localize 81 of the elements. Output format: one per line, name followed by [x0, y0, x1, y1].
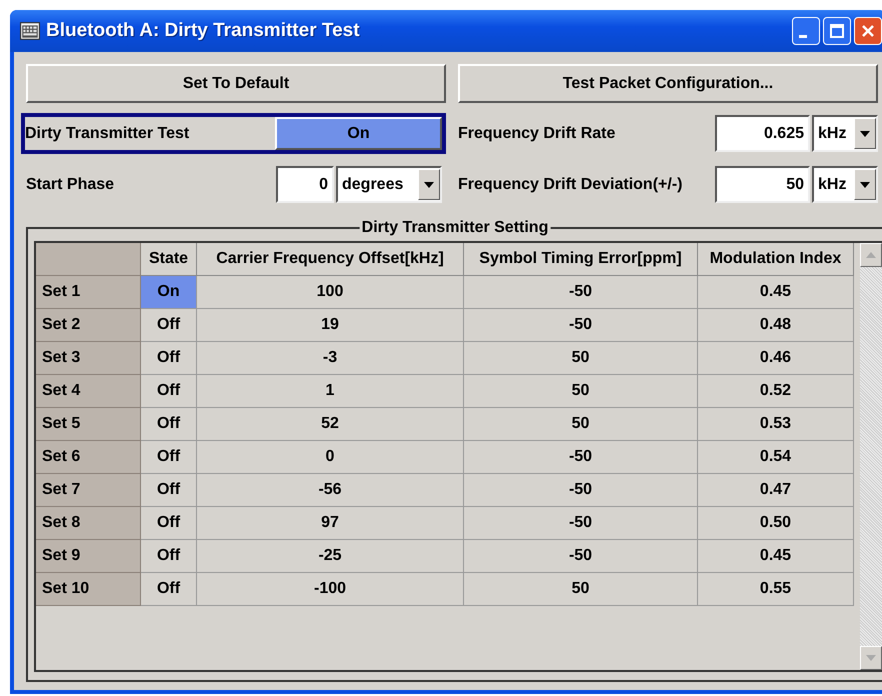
- state-cell[interactable]: Off: [141, 408, 197, 441]
- column-header: Carrier Frequency Offset[kHz]: [197, 243, 464, 276]
- action-button[interactable]: Set To Default: [26, 64, 446, 103]
- table-cell: 52: [197, 408, 464, 441]
- row-header: Set 8: [36, 507, 141, 540]
- table-cell: -25: [197, 540, 464, 573]
- table-cell: -100: [197, 573, 464, 606]
- table-cell: -50: [464, 474, 698, 507]
- row-header: Set 7: [36, 474, 141, 507]
- scrollbar[interactable]: [860, 243, 882, 670]
- table-cell: 0.55: [698, 573, 854, 606]
- table-cell: -50: [464, 276, 698, 309]
- table-cell: 0.45: [698, 540, 854, 573]
- row-header: Set 3: [36, 342, 141, 375]
- row-header: Set 5: [36, 408, 141, 441]
- table-cell: 0.45: [698, 276, 854, 309]
- state-cell[interactable]: Off: [141, 309, 197, 342]
- field-label: Frequency Drift Deviation(+/-): [458, 176, 684, 194]
- state-cell[interactable]: Off: [141, 375, 197, 408]
- state-cell[interactable]: Off: [141, 573, 197, 606]
- row-header: Set 10: [36, 573, 141, 606]
- table-cell: 97: [197, 507, 464, 540]
- input-field[interactable]: 50: [715, 166, 810, 203]
- row-header: Set 4: [36, 375, 141, 408]
- row-header: Set 9: [36, 540, 141, 573]
- table-cell: 1: [197, 375, 464, 408]
- input-field[interactable]: 0.625: [715, 115, 810, 152]
- row-header: Set 6: [36, 441, 141, 474]
- table-cell: 0: [197, 441, 464, 474]
- column-header: State: [141, 243, 197, 276]
- state-cell[interactable]: On: [141, 276, 197, 309]
- close-button[interactable]: [854, 17, 882, 45]
- table-cell: 0.46: [698, 342, 854, 375]
- maximize-icon: [827, 21, 847, 41]
- keyboard-icon: [20, 22, 40, 40]
- scroll-up-icon: [866, 252, 876, 258]
- minimize-button[interactable]: [792, 17, 820, 45]
- table-cell: 50: [464, 375, 698, 408]
- caret-icon: [860, 182, 870, 188]
- table-cell: 0.48: [698, 309, 854, 342]
- caret-icon: [424, 182, 434, 188]
- row-header: Set 2: [36, 309, 141, 342]
- table-cell: -3: [197, 342, 464, 375]
- table-cell: 0.50: [698, 507, 854, 540]
- unit-dropdown[interactable]: kHz: [812, 166, 878, 203]
- table-cell: 0.53: [698, 408, 854, 441]
- table-cell: -50: [464, 441, 698, 474]
- input-field[interactable]: 0: [276, 166, 334, 203]
- unit-dropdown[interactable]: kHz: [812, 115, 878, 152]
- row-header: Set 1: [36, 276, 141, 309]
- window-title: Bluetooth A: Dirty Transmitter Test: [46, 20, 361, 42]
- maximize-button[interactable]: [823, 17, 851, 45]
- table-cell: 19: [197, 309, 464, 342]
- table-cell: -50: [464, 540, 698, 573]
- field-label: Start Phase: [26, 176, 116, 194]
- state-cell[interactable]: Off: [141, 441, 197, 474]
- state-cell[interactable]: Off: [141, 342, 197, 375]
- caret-icon: [860, 130, 870, 136]
- action-button[interactable]: Test Packet Configuration...: [458, 64, 878, 103]
- table-cell: -50: [464, 309, 698, 342]
- field-label: Frequency Drift Rate: [458, 124, 616, 142]
- state-cell[interactable]: Off: [141, 474, 197, 507]
- column-header: Modulation Index: [698, 243, 854, 276]
- table-cell: 0.47: [698, 474, 854, 507]
- table-cell: -56: [197, 474, 464, 507]
- table-cell: 50: [464, 573, 698, 606]
- scroll-down-icon: [866, 655, 876, 661]
- table-cell: 50: [464, 408, 698, 441]
- minimize-icon: [799, 34, 807, 38]
- table-cell: 50: [464, 342, 698, 375]
- table-cell: 0.54: [698, 441, 854, 474]
- field-label: Dirty Transmitter Test: [25, 124, 190, 144]
- state-cell[interactable]: Off: [141, 540, 197, 573]
- state-cell[interactable]: Off: [141, 507, 197, 540]
- table-cell: 0.52: [698, 375, 854, 408]
- table-cell: -50: [464, 507, 698, 540]
- group-title: Dirty Transmitter Setting: [360, 218, 550, 238]
- toggle-button[interactable]: On: [275, 117, 442, 150]
- table-cell: 100: [197, 276, 464, 309]
- unit-dropdown[interactable]: degrees: [336, 166, 442, 203]
- column-header: Symbol Timing Error[ppm]: [464, 243, 698, 276]
